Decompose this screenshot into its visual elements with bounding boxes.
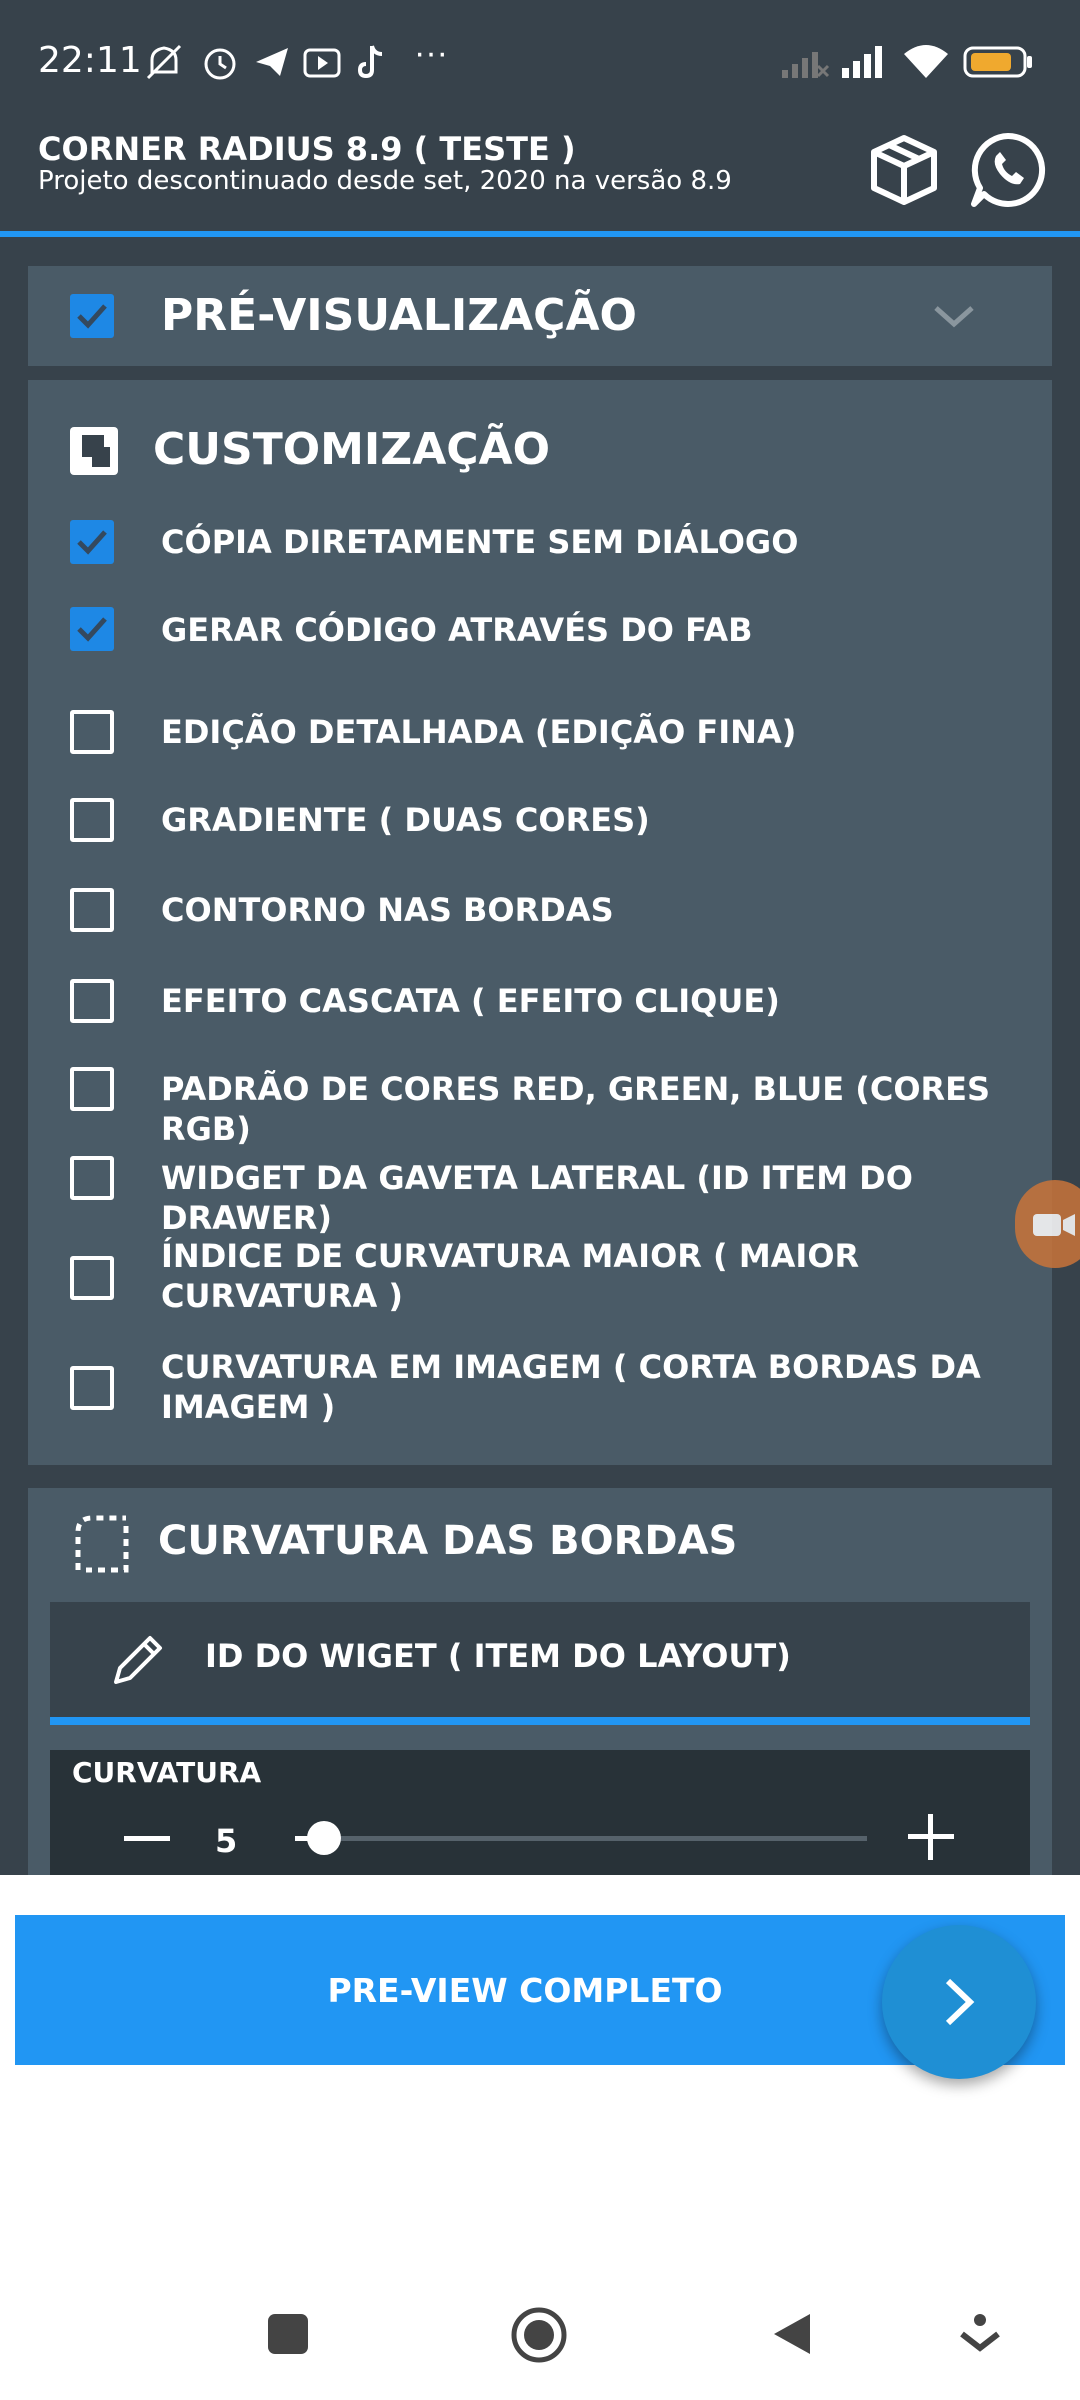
option-label: GERAR CÓDIGO ATRAVÉS DO FAB [161, 611, 753, 649]
fab-next-button[interactable] [882, 1925, 1036, 2079]
alarm-icon [198, 42, 242, 87]
option-label: WIDGET DA GAVETA LATERAL (ID ITEM DO DRA… [161, 1159, 913, 1237]
option-checkbox[interactable] [70, 520, 114, 564]
battery-icon [962, 42, 1036, 87]
option-label: GRADIENTE ( DUAS CORES) [161, 801, 650, 839]
chevron-down-icon[interactable] [932, 296, 976, 341]
back-icon[interactable] [770, 2310, 814, 2363]
option-checkbox[interactable] [70, 1156, 114, 1200]
radius-title: CURVATURA DAS BORDAS [158, 1518, 738, 1564]
signal-weak-icon [780, 42, 830, 87]
preview-card[interactable]: PRÉ-VISUALIZAÇÃO [28, 266, 1052, 366]
option-label: EFEITO CASCATA ( EFEITO CLIQUE) [161, 982, 780, 1020]
input-underline [50, 1717, 1030, 1725]
package-button[interactable] [862, 128, 946, 212]
tiktok-icon [354, 42, 390, 87]
full-preview-label: PRE-VIEW COMPLETO [327, 1970, 723, 2010]
chevron-right-icon [936, 1973, 982, 2036]
whatsapp-icon [966, 132, 1050, 216]
slider-track[interactable] [295, 1836, 867, 1841]
option-checkbox[interactable] [70, 1067, 114, 1111]
status-time: 22:11 [38, 40, 142, 81]
minus-icon[interactable] [122, 1818, 172, 1863]
app-subtitle: Projeto descontinuado desde set, 2020 na… [38, 166, 732, 196]
widget-id-placeholder: ID DO WIGET ( ITEM DO LAYOUT) [205, 1637, 791, 1675]
option-checkbox[interactable] [70, 979, 114, 1023]
option-label: CÓPIA DIRETAMENTE SEM DIÁLOGO [161, 523, 799, 561]
option-label: CURVATURA EM IMAGEM ( CORTA BORDAS DA IM… [161, 1348, 981, 1426]
mute-icon [142, 42, 186, 87]
option-checkbox[interactable] [70, 1256, 114, 1300]
preview-title: PRÉ-VISUALIZAÇÃO [161, 290, 637, 341]
rounded-corner-icon [74, 1514, 130, 1579]
slider-value: 5 [215, 1822, 238, 1860]
accessibility-icon[interactable] [958, 2310, 1002, 2363]
app-title: CORNER RADIUS 8.9 ( TESTE ) [38, 130, 576, 168]
option-label: ÍNDICE DE CURVATURA MAIOR ( MAIOR CURVAT… [161, 1237, 860, 1315]
option-checkbox[interactable] [70, 798, 114, 842]
home-icon[interactable] [510, 2306, 568, 2369]
option-checkbox[interactable] [70, 1366, 114, 1410]
plus-icon[interactable] [906, 1812, 956, 1867]
option-checkbox[interactable] [70, 710, 114, 754]
preview-checkbox[interactable] [70, 294, 114, 338]
header-accent-line [0, 231, 1080, 237]
option-label: EDIÇÃO DETALHADA (EDIÇÃO FINA) [161, 713, 797, 751]
wifi-icon [902, 42, 950, 87]
pencil-icon [108, 1630, 168, 1695]
video-camera-icon [1033, 1210, 1077, 1245]
option-checkbox[interactable] [70, 607, 114, 651]
customize-icon [68, 425, 120, 482]
slider-label: CURVATURA [72, 1756, 262, 1789]
option-label: CONTORNO NAS BORDAS [161, 891, 614, 929]
whatsapp-button[interactable] [966, 128, 1050, 212]
package-icon [862, 135, 946, 216]
youtube-icon [302, 42, 342, 87]
telegram-icon [252, 42, 292, 87]
screen-recorder-tab[interactable] [1015, 1180, 1080, 1268]
recent-apps-icon[interactable] [266, 2312, 310, 2361]
option-checkbox[interactable] [70, 888, 114, 932]
customization-title: CUSTOMIZAÇÃO [153, 424, 550, 475]
option-label: PADRÃO DE CORES RED, GREEN, BLUE (CORES … [161, 1070, 991, 1148]
signal-icon [840, 42, 890, 87]
more-icon: ··· [414, 34, 448, 72]
status-bar: 22:11 ··· [0, 0, 1080, 128]
slider-thumb[interactable] [306, 1821, 341, 1855]
